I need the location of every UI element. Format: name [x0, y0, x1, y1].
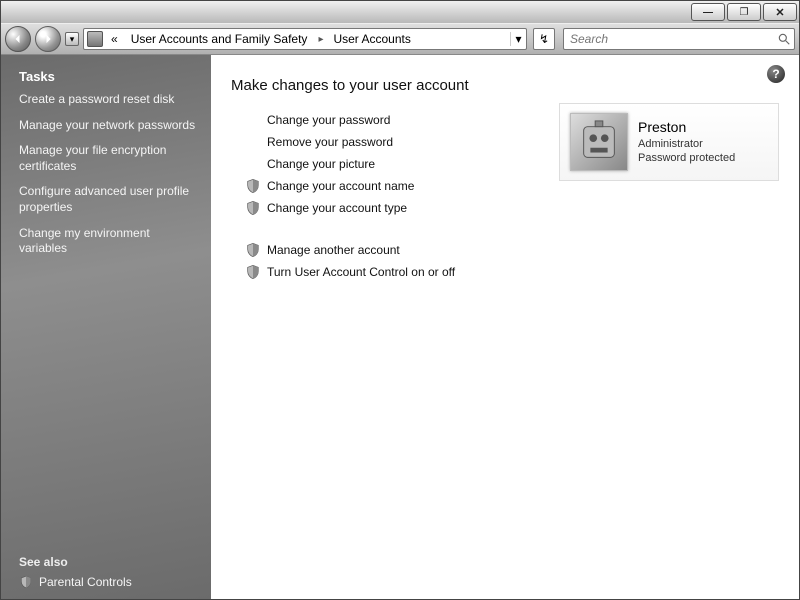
see-also-parental-controls[interactable]: Parental Controls: [19, 575, 197, 589]
tasks-heading: Tasks: [19, 69, 197, 84]
help-button[interactable]: ?: [767, 65, 785, 83]
task-file-encryption-certs[interactable]: Manage your file encryption certificates: [19, 143, 197, 174]
search-icon[interactable]: [774, 32, 794, 46]
window-frame: « User Accounts and Family Safety ▸ User…: [0, 0, 800, 600]
op-change-picture[interactable]: Change your picture: [245, 156, 455, 172]
op-change-name[interactable]: Change your account name: [245, 178, 455, 194]
op-change-type[interactable]: Change your account type: [245, 200, 455, 216]
control-panel-icon: [87, 31, 103, 47]
see-also-heading: See also: [19, 555, 197, 569]
search-box[interactable]: [563, 28, 795, 50]
op-label: Change your account type: [267, 201, 407, 215]
forward-button[interactable]: [35, 26, 61, 52]
user-password-status: Password protected: [638, 151, 735, 166]
close-button[interactable]: [763, 3, 797, 21]
shield-icon: [245, 178, 261, 194]
user-picture: [570, 113, 628, 171]
user-name: Preston: [638, 118, 735, 137]
breadcrumb-up[interactable]: «: [105, 29, 125, 49]
search-input[interactable]: [564, 29, 774, 49]
back-button[interactable]: [5, 26, 31, 52]
shield-icon: [245, 264, 261, 280]
op-label: Change your picture: [267, 157, 375, 171]
breadcrumb-current[interactable]: User Accounts: [327, 29, 417, 49]
shield-icon: [245, 200, 261, 216]
account-operations: Change your password Remove your passwor…: [245, 112, 455, 286]
task-password-reset-disk[interactable]: Create a password reset disk: [19, 92, 197, 108]
op-label: Remove your password: [267, 135, 393, 149]
op-change-password[interactable]: Change your password: [245, 112, 455, 128]
task-env-variables[interactable]: Change my environment variables: [19, 226, 197, 257]
content-pane: ? Make changes to your user account Chan…: [211, 55, 799, 599]
breadcrumb-parent[interactable]: User Accounts and Family Safety: [125, 29, 315, 49]
task-network-passwords[interactable]: Manage your network passwords: [19, 118, 197, 134]
page-heading: Make changes to your user account: [231, 77, 779, 94]
recent-pages-dropdown[interactable]: [65, 32, 79, 46]
user-info: Preston Administrator Password protected: [638, 118, 735, 167]
shield-icon: [245, 242, 261, 258]
op-label: Change your password: [267, 113, 390, 127]
navigation-toolbar: « User Accounts and Family Safety ▸ User…: [1, 23, 799, 55]
address-bar[interactable]: « User Accounts and Family Safety ▸ User…: [83, 28, 527, 50]
see-also-label: Parental Controls: [39, 575, 132, 589]
op-manage-another[interactable]: Manage another account: [245, 242, 455, 258]
refresh-button[interactable]: [533, 28, 555, 50]
tasks-sidebar: Tasks Create a password reset disk Manag…: [1, 55, 211, 599]
title-bar: [1, 1, 799, 23]
shield-icon: [19, 575, 33, 589]
minimize-button[interactable]: [691, 3, 725, 21]
task-advanced-profile[interactable]: Configure advanced user profile properti…: [19, 184, 197, 215]
op-remove-password[interactable]: Remove your password: [245, 134, 455, 150]
address-dropdown[interactable]: ▾: [510, 32, 526, 46]
user-role: Administrator: [638, 137, 735, 152]
op-label: Turn User Account Control on or off: [267, 265, 455, 279]
body: Tasks Create a password reset disk Manag…: [1, 55, 799, 599]
op-label: Change your account name: [267, 179, 414, 193]
op-uac-toggle[interactable]: Turn User Account Control on or off: [245, 264, 455, 280]
op-label: Manage another account: [267, 243, 400, 257]
current-user-card[interactable]: Preston Administrator Password protected: [559, 103, 779, 181]
maximize-button[interactable]: [727, 3, 761, 21]
chevron-right-icon: ▸: [314, 34, 327, 45]
